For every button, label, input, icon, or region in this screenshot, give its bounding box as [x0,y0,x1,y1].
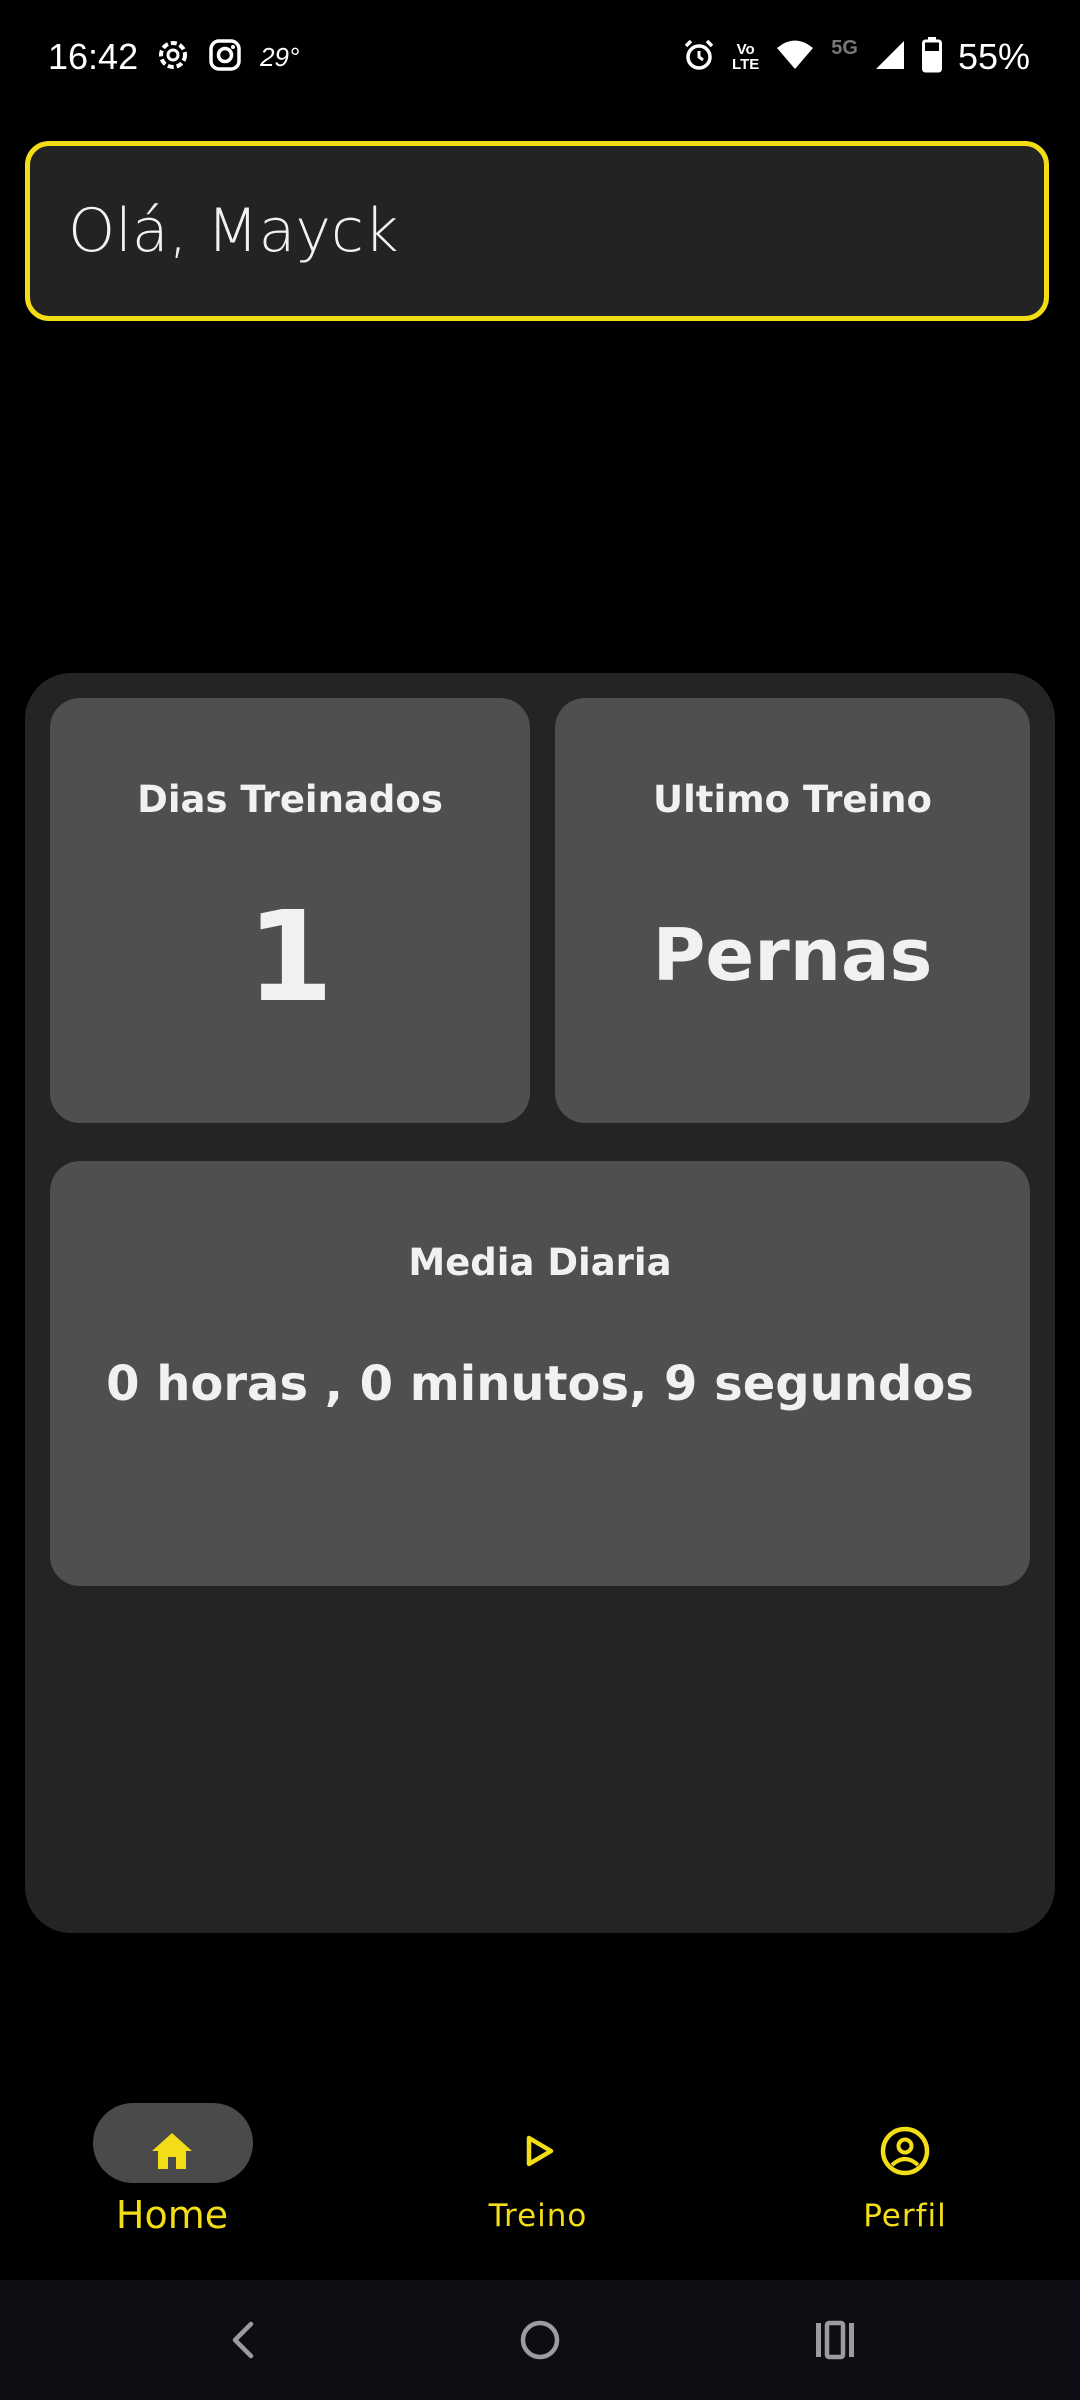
stats-panel: Dias Treinados 1 Ultimo Treino Pernas Me… [25,673,1055,1933]
nav-home[interactable]: Home [22,2080,322,2280]
dias-treinados-card[interactable]: Dias Treinados 1 [50,698,530,1123]
battery-percentage: 55% [957,36,1030,77]
wifi-icon [775,39,815,75]
system-navigation-bar [0,2280,1080,2400]
dias-treinados-title: Dias Treinados [137,778,443,821]
profile-icon [877,2123,933,2179]
signal-icon [874,39,906,75]
status-temperature: 29° [260,41,300,72]
ultimo-treino-value: Pernas [652,913,933,997]
settings-status-icon [156,38,190,76]
media-diaria-card[interactable]: Media Diaria 0 horas , 0 minutos, 9 segu… [50,1161,1030,1586]
instagram-icon [208,38,242,76]
status-right: Vo LTE 5G 55% [682,36,1030,78]
ultimo-treino-card[interactable]: Ultimo Treino Pernas [555,698,1030,1123]
ultimo-treino-title: Ultimo Treino [653,778,932,821]
nav-perfil-label: Perfil [863,2198,947,2234]
back-icon[interactable] [215,2310,275,2370]
nav-treino[interactable]: Treino [388,2080,688,2280]
home-button-icon[interactable] [510,2310,570,2370]
nav-home-label: Home [115,2193,229,2237]
greeting-text: Olá, Mayck [68,196,399,266]
status-time: 16:42 [48,36,139,77]
status-bar: 16:42 29° Vo LTE 5G 55% [0,0,1080,124]
home-icon [144,2123,200,2179]
dias-treinados-value: 1 [246,885,334,1030]
network-type: 5G [831,36,858,59]
status-left: 16:42 29° [48,36,299,78]
volte-indicator: Vo LTE [732,42,759,72]
play-icon [510,2123,566,2179]
media-diaria-value: 0 horas , 0 minutos, 9 segundos [106,1356,974,1412]
battery-icon [921,37,942,77]
alarm-icon [682,38,716,76]
recent-apps-icon[interactable] [805,2310,865,2370]
bottom-navigation: Home Treino Perfil [0,2080,1080,2280]
media-diaria-title: Media Diaria [408,1241,672,1284]
nav-perfil[interactable]: Perfil [755,2080,1055,2280]
nav-treino-label: Treino [488,2198,588,2234]
volte-line2: LTE [732,56,760,73]
greeting-card: Olá, Mayck [25,141,1049,321]
